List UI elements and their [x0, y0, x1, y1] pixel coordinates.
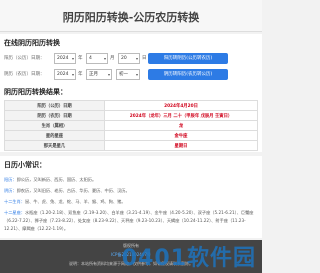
chevron-down-icon: ▾	[135, 72, 138, 77]
list-item: 十二星座：水瓶座（1.20-2.18）、双鱼座（2.19-3.20）、白羊座（3…	[4, 210, 254, 231]
form-section-title: 在线阴历阳历转换	[4, 39, 60, 47]
day-unit: 日	[142, 56, 147, 61]
lunar-day-select[interactable]: 初一 ▾	[116, 69, 140, 80]
table-row: 那天是星几 星期日	[4, 140, 258, 151]
table-row: 星的星座 金牛座	[4, 130, 258, 141]
lunar-to-solar-button[interactable]: 阴历转阳历(农历转公历)	[148, 69, 228, 80]
chevron-down-icon: ▾	[107, 72, 110, 77]
year-unit: 年	[78, 72, 83, 77]
solar-day-select[interactable]: 20 ▾	[118, 53, 140, 64]
lunar-date-row: 阴历（农历）日期： 2024 ▾ 年 正月 ▾ 初一 ▾ 阴历转阳历(农历转公历)	[4, 69, 258, 81]
page-header: 阴历阳历转换-公历农历转换	[0, 0, 262, 32]
site-watermark-logo: 0401软件园	[121, 246, 256, 271]
lunar-date-label: 阴历（农历）日期：	[4, 72, 45, 77]
lunar-month-select[interactable]: 正月 ▾	[86, 69, 112, 80]
solar-month-select[interactable]: 4 ▾	[86, 53, 108, 64]
table-row: 阴历（农历）日期 2024年（龙年）三月 二十（甲辰年 戊辰月 壬寅日）	[4, 110, 258, 121]
solar-year-select[interactable]: 2024 ▾	[54, 53, 76, 64]
list-item: 十二生肖：鼠、牛、虎、兔、龙、蛇、马、羊、猴、鸡、狗、猪。	[4, 199, 126, 204]
chevron-down-icon: ▾	[135, 56, 138, 61]
solar-date-label: 阳历（公历）日期：	[4, 56, 45, 61]
chevron-down-icon: ▾	[71, 72, 74, 77]
month-unit: 月	[110, 56, 115, 61]
table-row: 阳历（公历）日期 2024年4月20日	[4, 100, 258, 111]
lunar-year-select[interactable]: 2024 ▾	[54, 69, 76, 80]
year-unit: 年	[78, 56, 83, 61]
solar-to-lunar-button[interactable]: 阳历转阴历(公历转农历)	[148, 53, 228, 64]
page-title: 阴历阳历转换-公历农历转换	[62, 11, 200, 24]
chevron-down-icon: ▾	[71, 56, 74, 61]
result-table: 阳历（公历）日期 2024年4月20日 阴历（农历）日期 2024年（龙年）三月 二…	[4, 100, 258, 151]
tips-list: 阳历：即公历，又叫新历、西历、国历、太阳历。 阴历：即农历，又叫旧历、老历、古历…	[4, 176, 258, 236]
solar-date-row: 阳历（公历）日期： 2024 ▾ 年 4 ▾ 月 20 ▾ 日 阳历转阴历(公历转农历…	[4, 53, 258, 65]
tips-title: 日历小常识：	[4, 161, 46, 169]
list-item: 阳历：即公历，又叫新历、西历、国历、太阳历。	[4, 177, 97, 182]
table-row: 生肖（属相）龙	[4, 120, 258, 131]
list-item: 阴历：即农历，又叫旧历、老历、古历、华历、夏历、中历、汉历。	[4, 188, 130, 193]
chevron-down-icon: ▾	[103, 56, 106, 61]
converter-form: 在线阴历阳历转换 阳历（公历）日期： 2024 ▾ 年 4 ▾ 月 20 ▾ 日 阳历…	[0, 34, 262, 88]
result-title: 阴历阳历转换结果：	[4, 88, 67, 96]
